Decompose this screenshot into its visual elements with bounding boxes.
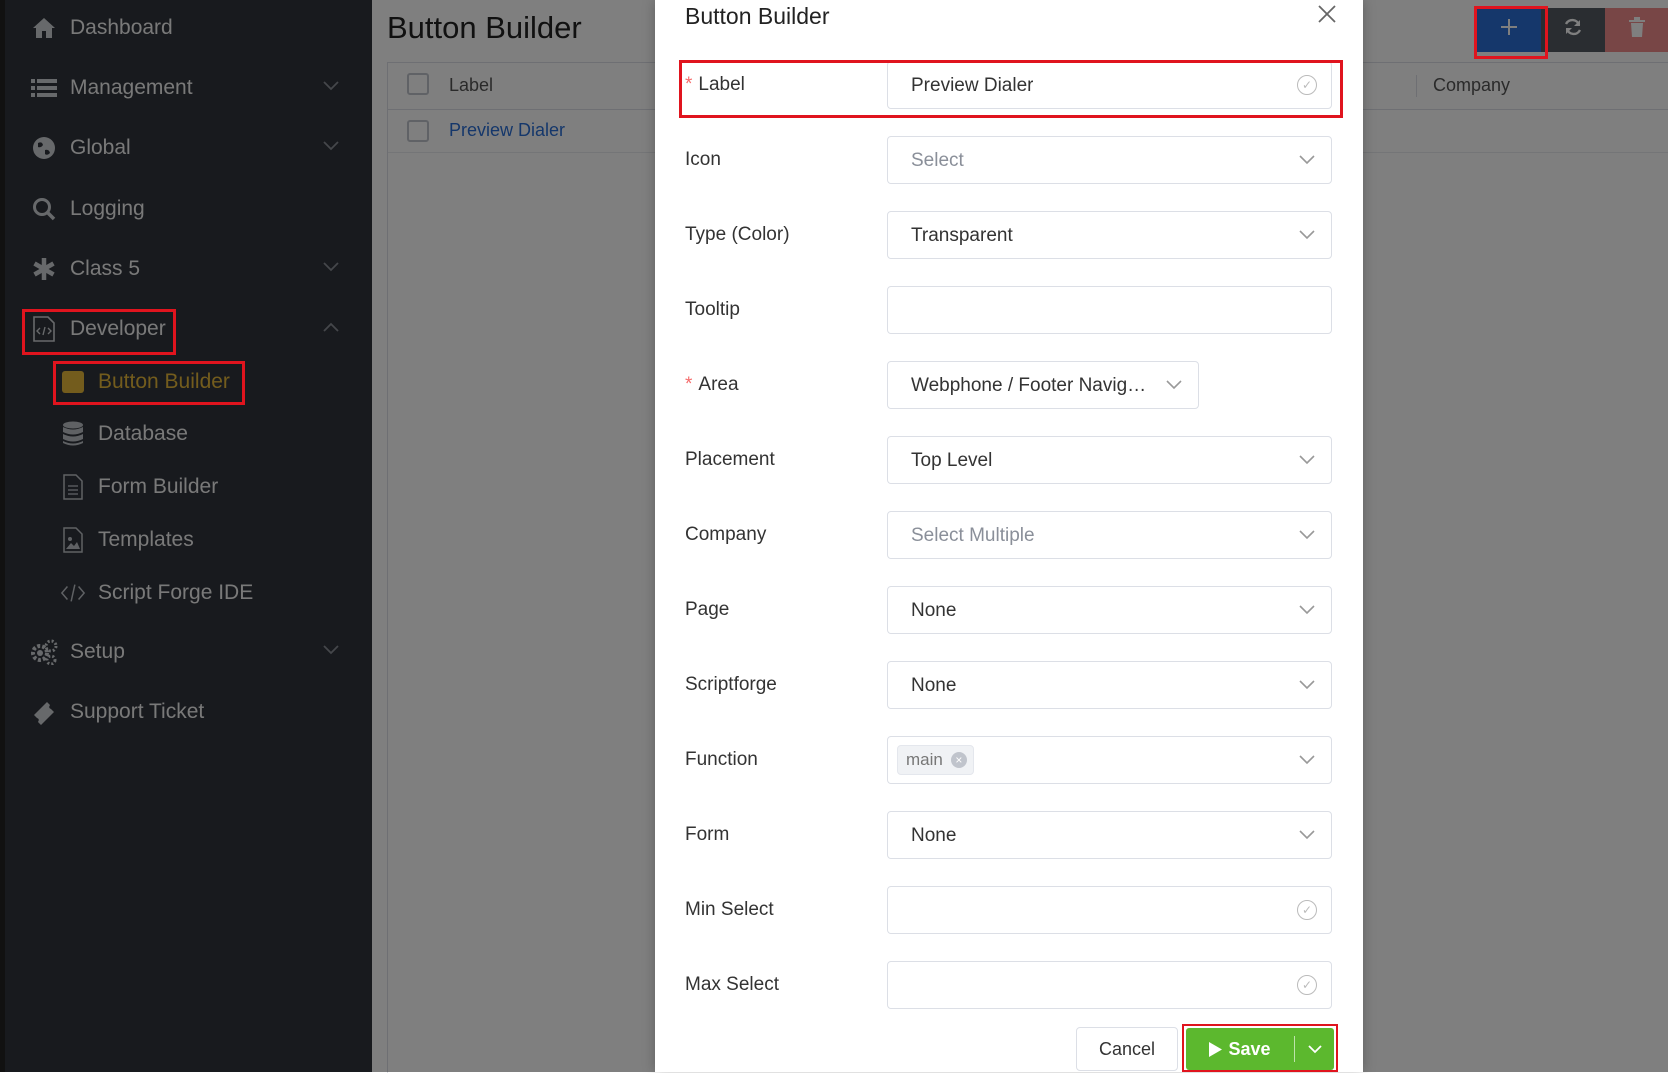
chevron-down-icon — [1297, 824, 1317, 844]
chevron-down-icon — [1164, 374, 1184, 394]
max-select-input[interactable]: ✓ — [887, 961, 1332, 1009]
area-select-value: Webphone / Footer Navig… — [911, 375, 1147, 396]
tooltip-field-label: Tooltip — [685, 299, 740, 320]
form-select-value: None — [911, 825, 957, 846]
area-select[interactable]: Webphone / Footer Navig… — [887, 361, 1199, 409]
save-split-button: Save — [1186, 1028, 1334, 1070]
chevron-down-icon — [1297, 149, 1317, 169]
icon-select[interactable]: Select — [887, 136, 1332, 184]
page-select[interactable]: None — [887, 586, 1332, 634]
area-row: * Area Webphone / Footer Navig… — [685, 361, 1335, 409]
type-field-label: Type (Color) — [685, 224, 790, 245]
icon-select-placeholder: Select — [911, 150, 964, 171]
label-input-value: Preview Dialer — [911, 75, 1034, 96]
tooltip-input[interactable] — [887, 286, 1332, 334]
page-row: Page None — [685, 586, 1335, 634]
close-icon[interactable] — [1313, 0, 1341, 28]
type-select[interactable]: Transparent — [887, 211, 1332, 259]
form-row: Form None — [685, 811, 1335, 859]
label-row: * Label Preview Dialer ✓ — [685, 61, 1335, 109]
required-mark: * — [685, 374, 693, 395]
placement-field-label: Placement — [685, 449, 775, 470]
min-select-input[interactable]: ✓ — [887, 886, 1332, 934]
icon-row: Icon Select — [685, 136, 1335, 184]
cancel-button[interactable]: Cancel — [1076, 1027, 1178, 1071]
chevron-down-icon — [1297, 224, 1317, 244]
placement-select-value: Top Level — [911, 450, 993, 471]
form-select[interactable]: None — [887, 811, 1332, 859]
label-input[interactable]: Preview Dialer ✓ — [887, 61, 1332, 109]
save-button[interactable]: Save — [1186, 1028, 1294, 1070]
dialog-title: Button Builder — [685, 3, 830, 29]
required-mark: * — [685, 74, 693, 95]
icon-field-label: Icon — [685, 149, 721, 170]
company-field-label: Company — [685, 524, 767, 545]
function-tag: main × — [897, 745, 974, 775]
min-select-row: Min Select ✓ — [685, 886, 1335, 934]
button-builder-dialog: Button Builder * Label Preview Dialer ✓ I… — [655, 0, 1363, 1072]
chevron-down-icon — [1297, 449, 1317, 469]
save-dropdown-toggle[interactable] — [1295, 1028, 1334, 1070]
chevron-down-icon — [1297, 749, 1317, 769]
type-row: Type (Color) Transparent — [685, 211, 1335, 259]
company-multiselect[interactable]: Select Multiple — [887, 511, 1332, 559]
function-field-label: Function — [685, 749, 758, 770]
scriptforge-select[interactable]: None — [887, 661, 1332, 709]
function-multiselect[interactable]: main × — [887, 736, 1332, 784]
chevron-down-icon — [1307, 1044, 1322, 1054]
max-select-field-label: Max Select — [685, 974, 779, 995]
page-select-value: None — [911, 600, 957, 621]
scriptforge-select-value: None — [911, 675, 957, 696]
max-select-row: Max Select ✓ — [685, 961, 1335, 1009]
company-row: Company Select Multiple — [685, 511, 1335, 559]
company-select-placeholder: Select Multiple — [911, 525, 1035, 546]
function-tag-label: main — [906, 750, 943, 769]
function-row: Function main × — [685, 736, 1335, 784]
label-field-label: * Label — [685, 74, 745, 95]
form-field-label: Form — [685, 824, 730, 845]
placement-row: Placement Top Level — [685, 436, 1335, 484]
tooltip-row: Tooltip — [685, 286, 1335, 334]
tag-remove-icon[interactable]: × — [950, 752, 967, 768]
page-field-label: Page — [685, 599, 730, 620]
chevron-down-icon — [1297, 524, 1317, 544]
scriptforge-field-label: Scriptforge — [685, 674, 777, 695]
play-icon — [1209, 1041, 1223, 1057]
valid-check-icon: ✓ — [1297, 75, 1317, 95]
save-button-label: Save — [1228, 1038, 1271, 1059]
scriptforge-row: Scriptforge None — [685, 661, 1335, 709]
valid-check-icon: ✓ — [1297, 975, 1317, 995]
chevron-down-icon — [1297, 599, 1317, 619]
min-select-field-label: Min Select — [685, 899, 774, 920]
area-field-label: * Area — [685, 374, 739, 395]
type-select-value: Transparent — [911, 225, 1013, 246]
chevron-down-icon — [1297, 674, 1317, 694]
valid-check-icon: ✓ — [1297, 900, 1317, 920]
placement-select[interactable]: Top Level — [887, 436, 1332, 484]
